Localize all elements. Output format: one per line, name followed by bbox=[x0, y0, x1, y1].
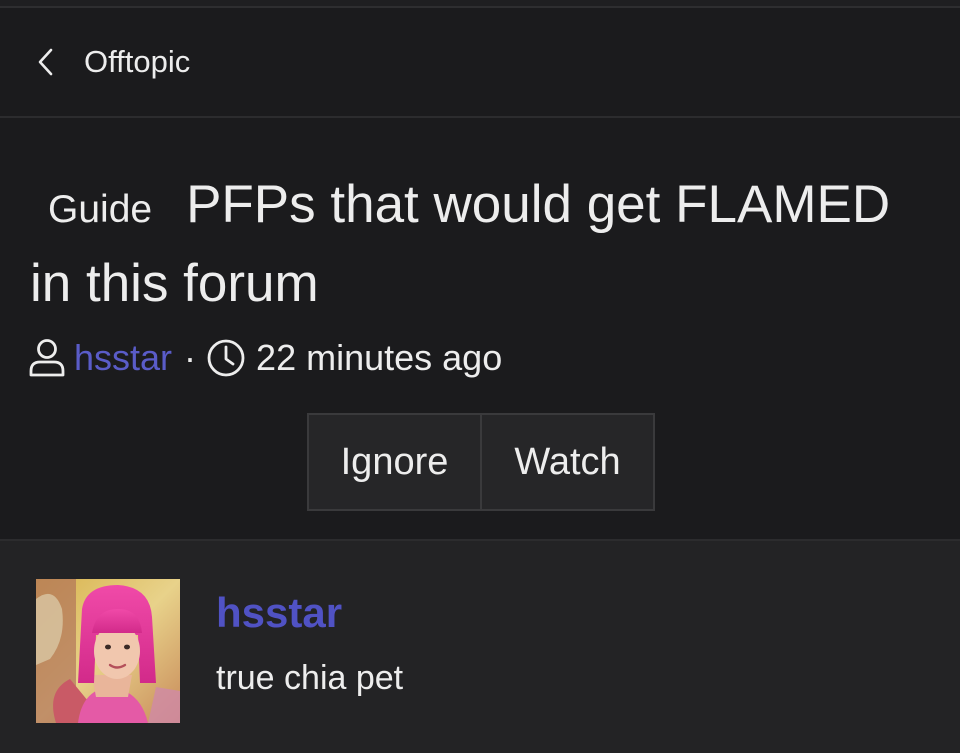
nav-bar: Offtopic bbox=[0, 8, 960, 118]
watch-button[interactable]: Watch bbox=[482, 415, 653, 509]
ignore-button[interactable]: Ignore bbox=[309, 415, 482, 509]
meta-separator: · bbox=[184, 337, 197, 378]
back-link-label: Offtopic bbox=[84, 44, 191, 79]
post-author-link[interactable]: hsstar bbox=[216, 589, 342, 637]
thread-action-buttons: Ignore Watch bbox=[307, 413, 655, 511]
post: hsstar true chia pet bbox=[0, 539, 960, 753]
post-body: true chia pet bbox=[216, 659, 404, 697]
thread-prefix-badge[interactable]: Guide bbox=[30, 188, 166, 231]
thread-time[interactable]: 22 minutes ago bbox=[256, 337, 502, 379]
clock-icon bbox=[206, 338, 246, 378]
thread-title: Guide PFPs that would get FLAMED in this … bbox=[30, 168, 930, 321]
thread-page: Offtopic Guide PFPs that would get FLAMED… bbox=[0, 0, 960, 753]
back-link[interactable]: Offtopic bbox=[36, 42, 190, 82]
chevron-left-icon bbox=[36, 47, 54, 77]
top-border bbox=[0, 0, 960, 8]
avatar[interactable] bbox=[36, 579, 180, 723]
user-icon bbox=[28, 338, 66, 378]
thread-author-link[interactable]: hsstar bbox=[74, 337, 172, 379]
thread-meta: hsstar · 22 minutes ago bbox=[28, 336, 502, 380]
